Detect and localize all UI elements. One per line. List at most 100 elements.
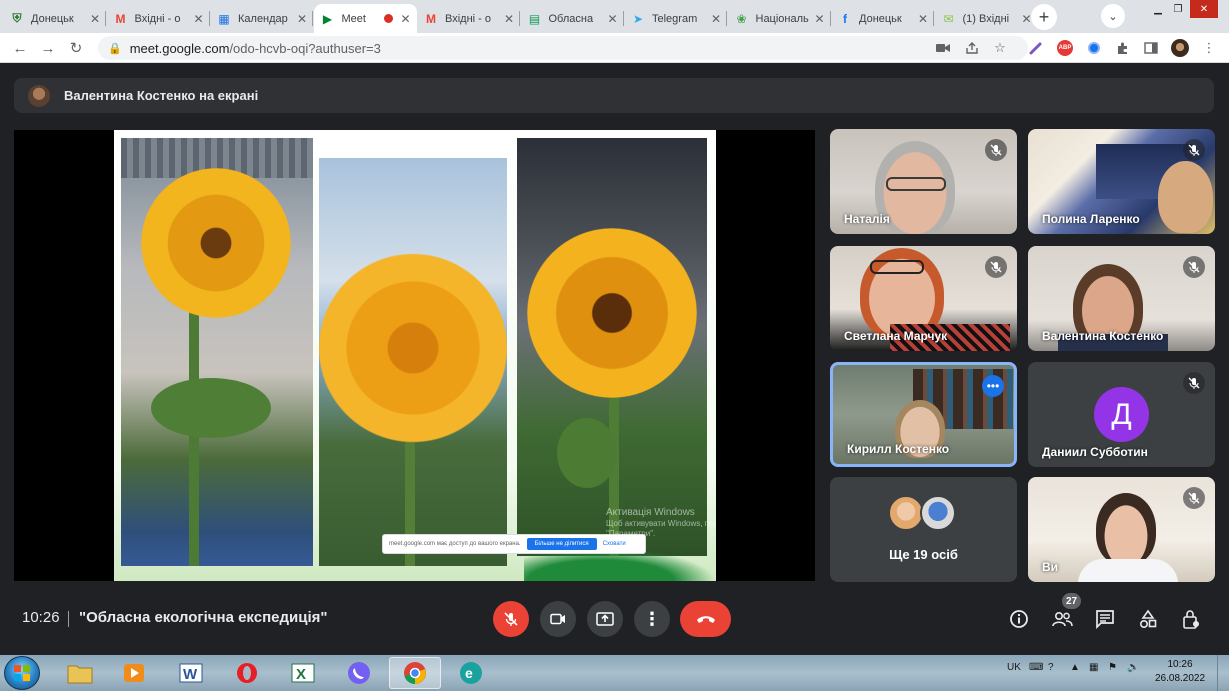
minimize-window-button[interactable]: ▁ — [1148, 0, 1168, 18]
taskbar-eset-button[interactable]: e — [445, 657, 497, 689]
participant-name: Ви — [1042, 560, 1059, 574]
participant-tile[interactable]: Наталія — [830, 129, 1017, 234]
pen-extension-icon[interactable] — [1026, 38, 1046, 58]
browser-tab-title: Telegram — [652, 12, 698, 25]
taskbar-opera-button[interactable] — [221, 657, 273, 689]
participant-name: Наталія — [844, 212, 890, 226]
close-tab-button[interactable]: ✕ — [814, 12, 824, 26]
close-tab-button[interactable]: ✕ — [297, 12, 307, 26]
participant-mini-avatar — [920, 495, 956, 531]
browser-tab[interactable]: ⛨ Донецьк ✕ — [3, 4, 106, 33]
host-controls-button[interactable] — [1179, 607, 1203, 631]
gmail-icon: M — [426, 11, 436, 26]
minimize-icon: ▁ — [1154, 3, 1162, 15]
taskbar-media-player-button[interactable] — [108, 657, 160, 689]
flag-icon[interactable]: ⚑ — [1108, 662, 1117, 673]
browser-tab[interactable]: ▤ Обласна ✕ — [521, 4, 624, 33]
more-participants-tile[interactable]: Ще 19 осіб — [830, 477, 1017, 582]
share-page-icon[interactable] — [962, 38, 982, 58]
tab-separator — [312, 11, 313, 26]
keyboard-language[interactable]: UK — [1007, 662, 1021, 673]
share-note-text: meet.google.com має доступ до вашого екр… — [389, 541, 521, 547]
activities-button[interactable] — [1136, 607, 1160, 631]
close-tab-button[interactable]: ✕ — [504, 12, 514, 26]
close-tab-button[interactable]: ✕ — [1021, 12, 1031, 26]
puzzle-extensions-icon[interactable] — [1113, 38, 1133, 58]
volume-icon[interactable]: 🔈 — [1127, 662, 1139, 673]
browser-tab[interactable]: ▦ Календар ✕ — [210, 4, 313, 33]
tab-search-button[interactable]: ⌄ — [1101, 4, 1125, 28]
side-panel-icon[interactable] — [1141, 38, 1161, 58]
self-view-tile[interactable]: Ви — [1028, 477, 1215, 582]
arrow-left-icon: ← — [12, 39, 28, 57]
toggle-microphone-button[interactable] — [493, 601, 529, 637]
show-desktop-button[interactable] — [1217, 655, 1229, 691]
more-options-button[interactable]: ⋮ — [634, 601, 670, 637]
taskbar-excel-button[interactable]: X — [277, 657, 329, 689]
taskbar-explorer-button[interactable] — [54, 657, 106, 689]
bookmark-star-icon[interactable]: ☆ — [990, 38, 1010, 58]
present-screen-button[interactable] — [587, 601, 623, 637]
new-tab-button[interactable]: + — [1031, 4, 1057, 30]
adblock-extension-icon[interactable]: ABP — [1055, 38, 1075, 58]
viber-icon — [348, 662, 370, 684]
close-window-button[interactable]: ✕ — [1190, 0, 1218, 18]
browser-tab[interactable]: M Вхідні - о ✕ — [417, 4, 520, 33]
participant-tile[interactable]: Полина Ларенко — [1028, 129, 1215, 234]
taskbar-clock[interactable]: 10:26 26.08.2022 — [1155, 658, 1205, 686]
keyboard-icon[interactable]: ⌨ — [1029, 662, 1043, 673]
participant-tile[interactable]: Д Даниил Субботин — [1028, 362, 1215, 467]
browser-tab[interactable]: M Вхідні - о ✕ — [107, 4, 210, 33]
close-tab-button[interactable]: ✕ — [607, 12, 617, 26]
sheets-icon: ▤ — [528, 11, 541, 26]
reload-button[interactable]: ↻ — [64, 36, 88, 60]
help-icon[interactable]: ? — [1048, 662, 1054, 673]
taskbar-word-button[interactable]: W — [165, 657, 217, 689]
toggle-camera-button[interactable] — [540, 601, 576, 637]
hide-notification-button[interactable]: Сховати — [603, 541, 626, 547]
browser-toolbar: ← → ↻ 🔒 meet.google.com/odo-hcvb-oqi?aut… — [0, 33, 1229, 63]
participant-tile-speaking[interactable]: ••• Кирилл Костенко — [830, 362, 1017, 467]
show-everyone-button[interactable] — [1050, 607, 1074, 631]
leave-call-button[interactable] — [680, 601, 731, 637]
back-button[interactable]: ← — [8, 36, 32, 60]
address-bar[interactable]: 🔒 meet.google.com/odo-hcvb-oqi?authuser=… — [98, 36, 1028, 60]
close-tab-button[interactable]: ✕ — [400, 12, 410, 26]
donetsk-shield-icon: ⛨ — [12, 11, 22, 25]
camera-in-use-icon[interactable] — [933, 38, 953, 58]
stop-sharing-button[interactable]: Більше не ділитися — [526, 538, 597, 550]
windows-taskbar: W X e — [0, 655, 1229, 691]
browser-tab[interactable]: f Донецьк ✕ — [831, 4, 934, 33]
close-tab-button[interactable]: ✕ — [711, 12, 721, 26]
network-icon[interactable]: ▦ — [1089, 662, 1098, 673]
chat-button[interactable] — [1093, 607, 1117, 631]
mail-bag-icon: ✉ — [943, 11, 954, 26]
forward-button[interactable]: → — [36, 36, 60, 60]
start-button[interactable] — [4, 656, 40, 690]
participant-tile[interactable]: Светлана Марчук — [830, 246, 1017, 351]
screen-share-stage[interactable]: meet.google.com має доступ до вашого екр… — [14, 130, 815, 581]
more-options-button[interactable]: ••• — [982, 375, 1004, 397]
presenter-banner-text: Валентина Костенко на екрані — [64, 88, 259, 103]
chrome-icon — [404, 662, 426, 684]
browser-tab-title: Meet — [341, 12, 366, 25]
browser-tab[interactable]: ✉ (1) Вхідні ✕ — [935, 4, 1038, 33]
taskbar-viber-button[interactable] — [333, 657, 385, 689]
gmail-icon: M — [115, 11, 126, 26]
close-tab-button[interactable]: ✕ — [193, 12, 203, 26]
tray-arrow-up-icon[interactable]: ▲ — [1070, 662, 1080, 673]
browser-tab[interactable]: ➤ Telegram ✕ — [624, 4, 727, 33]
meeting-details-button[interactable] — [1007, 607, 1031, 631]
browser-tab-title: Вхідні - о — [134, 12, 181, 25]
extension-circle-icon[interactable] — [1084, 38, 1104, 58]
profile-avatar[interactable] — [1170, 38, 1190, 58]
browser-tab[interactable]: ▶ Meet ✕ — [313, 4, 417, 33]
browser-menu-icon[interactable]: ⋮ — [1199, 38, 1219, 58]
participant-tile[interactable]: Валентина Костенко — [1028, 246, 1215, 351]
participant-name: Даниил Субботин — [1042, 445, 1148, 459]
maximize-window-button[interactable]: ❐ — [1168, 0, 1188, 18]
close-tab-button[interactable]: ✕ — [90, 12, 100, 26]
close-tab-button[interactable]: ✕ — [918, 12, 928, 26]
browser-tab[interactable]: ❀ Національ ✕ — [728, 4, 831, 33]
taskbar-chrome-button[interactable] — [389, 657, 441, 689]
